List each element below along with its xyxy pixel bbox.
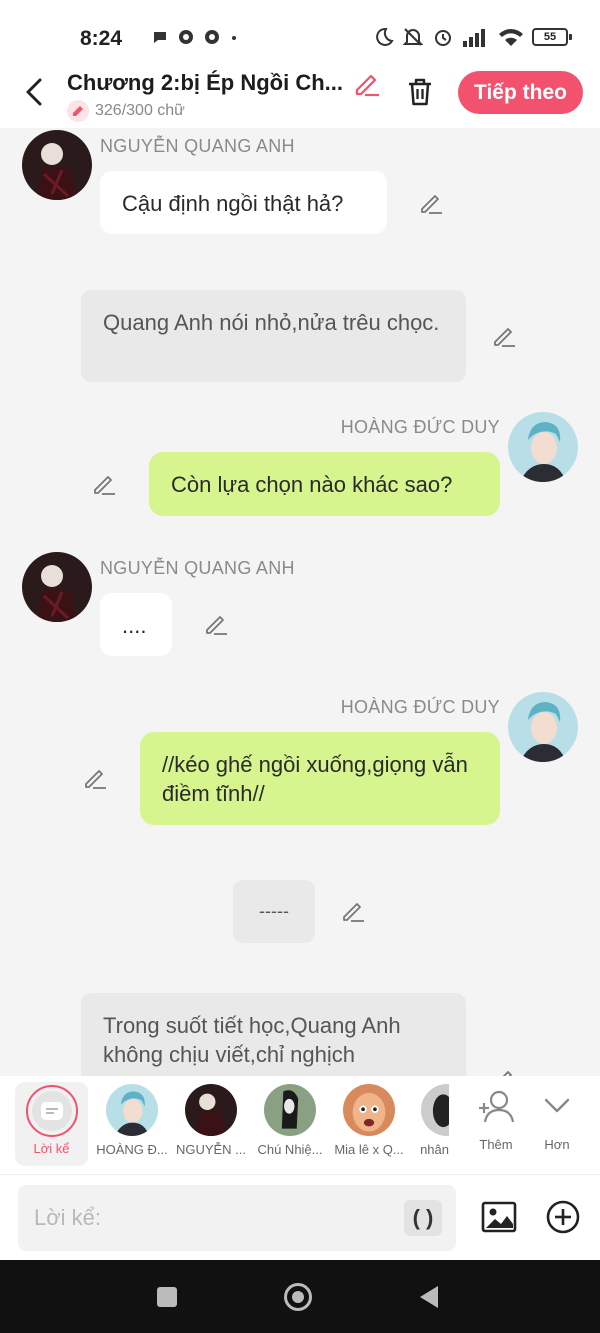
message-bubble[interactable]: .... bbox=[100, 593, 172, 656]
edit-pencil-icon[interactable] bbox=[82, 765, 108, 791]
moon-icon bbox=[376, 27, 394, 46]
character-name: Chú Nhiệ... bbox=[257, 1142, 323, 1157]
signal-icon bbox=[463, 29, 485, 47]
status-bar: 8:24 55 bbox=[0, 0, 600, 62]
edit-title-pencil-icon[interactable] bbox=[352, 68, 382, 98]
character-name: Mia lê x Q... bbox=[334, 1142, 404, 1157]
avatar bbox=[343, 1084, 395, 1136]
chapter-title: Chương 2:bị Ép Ngồi Ch... bbox=[67, 70, 343, 95]
pencil-icon bbox=[67, 100, 89, 122]
narration-icon bbox=[31, 1091, 72, 1131]
avatar[interactable] bbox=[22, 552, 92, 622]
character-name: NGUYỄN ... bbox=[175, 1142, 247, 1157]
more-label: Hơn bbox=[544, 1137, 570, 1152]
character-selector: Lời kể HOÀNG Đ... NGUYỄN ... Chú Nhiệ...… bbox=[0, 1076, 600, 1174]
character-item[interactable]: NGUYỄN ... bbox=[172, 1082, 250, 1157]
character-item[interactable]: Chú Nhiệ... bbox=[251, 1082, 329, 1157]
next-button[interactable]: Tiếp theo bbox=[458, 71, 583, 114]
status-time: 8:24 bbox=[80, 27, 123, 50]
narrator-label: Lời kể bbox=[33, 1141, 70, 1156]
character-item[interactable]: Mia lê x Q... bbox=[330, 1082, 408, 1157]
message-input-wrapper: ( ) bbox=[18, 1185, 456, 1251]
character-item[interactable]: nhân bbox=[409, 1082, 449, 1157]
back-arrow-icon[interactable] bbox=[20, 74, 50, 110]
add-character-button[interactable]: Thêm bbox=[466, 1088, 526, 1152]
bell-off-icon bbox=[402, 28, 424, 46]
alarm-icon bbox=[435, 30, 451, 46]
avatar[interactable] bbox=[508, 412, 578, 482]
word-count-text: 326/300 chữ bbox=[95, 102, 185, 119]
sender-name: NGUYỄN QUANG ANH bbox=[100, 136, 295, 156]
paren-button[interactable]: ( ) bbox=[404, 1200, 442, 1236]
add-label: Thêm bbox=[479, 1137, 513, 1152]
dot-icon bbox=[232, 36, 236, 40]
edit-pencil-icon[interactable] bbox=[491, 1066, 517, 1076]
image-icon[interactable] bbox=[481, 1199, 517, 1235]
avatar bbox=[106, 1084, 158, 1136]
sender-name: NGUYỄN QUANG ANH bbox=[100, 558, 295, 578]
recents-icon[interactable] bbox=[156, 1286, 178, 1308]
input-bar: ( ) bbox=[0, 1174, 600, 1260]
narration-bubble[interactable]: Quang Anh nói nhỏ,nửa trêu chọc. bbox=[81, 290, 466, 382]
edit-pencil-icon[interactable] bbox=[203, 611, 229, 637]
browser-notification-icon bbox=[179, 30, 193, 44]
edit-pencil-icon[interactable] bbox=[491, 323, 517, 349]
character-name: HOÀNG Đ... bbox=[96, 1142, 168, 1157]
trash-icon[interactable] bbox=[404, 76, 436, 108]
avatar[interactable] bbox=[22, 130, 92, 200]
narrator-selector[interactable]: Lời kể bbox=[15, 1082, 88, 1166]
back-icon[interactable] bbox=[418, 1284, 440, 1310]
message-input[interactable] bbox=[18, 1185, 378, 1251]
avatar bbox=[185, 1084, 237, 1136]
narration-bubble[interactable]: ----- bbox=[233, 880, 315, 943]
home-icon[interactable] bbox=[283, 1282, 313, 1312]
system-nav-bar bbox=[0, 1260, 600, 1333]
chat-area[interactable]: NGUYỄN QUANG ANH Cậu định ngồi thật hả? … bbox=[0, 128, 600, 1076]
word-count: 326/300 chữ bbox=[67, 100, 185, 122]
sender-name: HOÀNG ĐỨC DUY bbox=[340, 697, 500, 717]
edit-pencil-icon[interactable] bbox=[91, 471, 117, 497]
plus-circle-icon[interactable] bbox=[545, 1199, 581, 1235]
edit-pencil-icon[interactable] bbox=[340, 898, 366, 924]
sender-name: HOÀNG ĐỨC DUY bbox=[340, 417, 500, 437]
add-user-icon bbox=[479, 1090, 515, 1123]
editor-header: Chương 2:bị Ép Ngồi Ch... 326/300 chữ Ti… bbox=[0, 62, 600, 128]
avatar bbox=[264, 1084, 316, 1136]
chevron-down-icon bbox=[544, 1098, 570, 1113]
avatar bbox=[421, 1084, 449, 1136]
character-name: nhân bbox=[420, 1142, 449, 1157]
message-bubble[interactable]: //kéo ghế ngồi xuống,giọng vẫn điềm tĩnh… bbox=[140, 732, 500, 825]
edit-pencil-icon[interactable] bbox=[418, 190, 444, 216]
wifi-icon bbox=[499, 29, 523, 46]
chat-notification-icon bbox=[154, 32, 166, 43]
more-button[interactable]: Hơn bbox=[527, 1088, 587, 1152]
message-bubble[interactable]: Cậu định ngồi thật hả? bbox=[100, 171, 387, 234]
avatar[interactable] bbox=[508, 692, 578, 762]
message-bubble[interactable]: Còn lựa chọn nào khác sao? bbox=[149, 452, 500, 516]
browser-notification-icon bbox=[205, 30, 219, 44]
narration-bubble[interactable]: Trong suốt tiết học,Quang Anh không chịu… bbox=[81, 993, 466, 1076]
battery-icon: 55 bbox=[532, 28, 572, 46]
character-item[interactable]: HOÀNG Đ... bbox=[93, 1082, 171, 1157]
